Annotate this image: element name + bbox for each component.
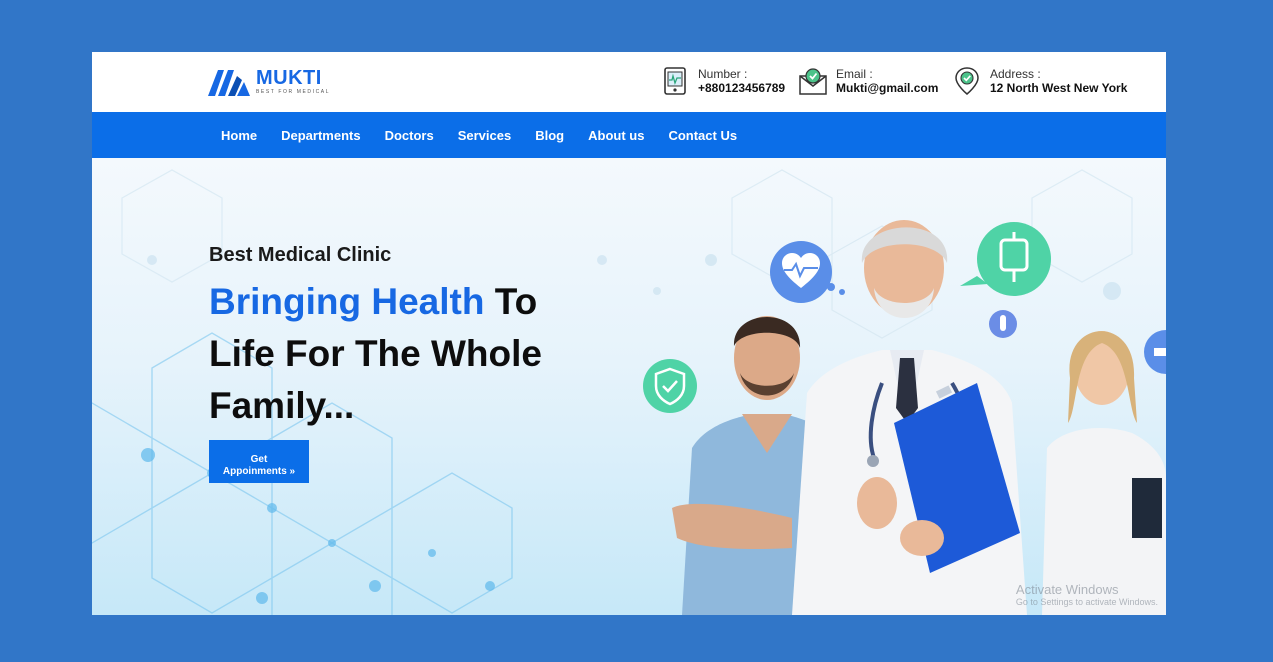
logo-name: MUKTI — [256, 66, 322, 89]
heart-rate-icon — [770, 241, 845, 303]
shield-check-icon — [643, 359, 697, 413]
hero-headline-line2: Life For The Whole — [209, 333, 542, 374]
location-pin-icon — [955, 67, 979, 95]
logo-mark-icon — [208, 70, 250, 96]
mail-icon — [799, 68, 827, 95]
cta-line2: Appoinments » — [222, 466, 296, 477]
plus-icon — [1144, 330, 1166, 374]
contact-phone[interactable]: Number : +880123456789 — [660, 66, 785, 96]
nav-item-contact-us[interactable]: Contact Us — [668, 128, 737, 143]
nav-item-departments[interactable]: Departments — [281, 128, 360, 143]
hero-kicker: Best Medical Clinic — [209, 244, 392, 266]
main-navbar: Home Departments Doctors Services Blog A… — [92, 112, 1166, 158]
get-appointments-button[interactable]: Get Appoinments » — [209, 440, 309, 483]
contact-address[interactable]: Address : 12 North West New York — [952, 66, 1127, 96]
contact-phone-label: Number : — [698, 66, 748, 81]
logo-tagline: BEST FOR MEDICAL — [256, 88, 331, 95]
watermark-line2: Go to Settings to activate Windows. — [1015, 597, 1158, 607]
nav-item-home[interactable]: Home — [221, 128, 257, 143]
windows-activation-watermark: Activate Windows Go to Settings to activ… — [1016, 582, 1158, 607]
nav-item-doctors[interactable]: Doctors — [385, 128, 434, 143]
doctor-right — [1042, 331, 1166, 615]
contact-address-value: 12 North West New York — [990, 80, 1128, 95]
hero-section: Best Medical Clinic Bringing Health To L… — [92, 158, 1166, 615]
site-logo[interactable]: MUKTI BEST FOR MEDICAL — [208, 66, 330, 96]
contact-address-label: Address : — [990, 66, 1041, 81]
nav-item-about-us[interactable]: About us — [588, 128, 644, 143]
hero-headline: Bringing Health To Life For The Whole Fa… — [209, 276, 569, 432]
browser-page: MUKTI BEST FOR MEDICAL Number : +8801234… — [92, 52, 1166, 615]
iv-bag-icon — [960, 222, 1051, 296]
test-tube-icon — [989, 310, 1017, 338]
hero-headline-accent: Bringing Health — [209, 281, 485, 322]
watermark-line1: Activate Windows — [1015, 582, 1119, 597]
contact-email[interactable]: Email : Mukti@gmail.com — [798, 66, 938, 96]
header-topbar: MUKTI BEST FOR MEDICAL Number : +8801234… — [92, 52, 1166, 112]
nav-item-blog[interactable]: Blog — [535, 128, 564, 143]
contact-email-value: Mukti@gmail.com — [836, 80, 939, 95]
doctors-illustration — [643, 220, 1166, 615]
contact-email-label: Email : — [836, 66, 873, 81]
phone-icon — [664, 67, 686, 95]
hero-headline-line3: Family... — [209, 385, 355, 426]
nav-item-services[interactable]: Services — [458, 128, 512, 143]
hero-headline-rest: To — [484, 281, 538, 322]
cta-line1: Get — [250, 454, 268, 465]
contact-phone-value: +880123456789 — [698, 80, 786, 95]
